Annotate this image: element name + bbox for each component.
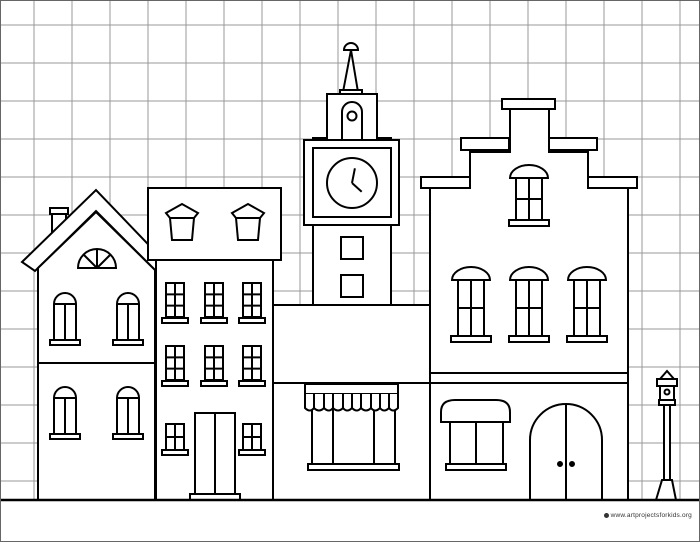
sash-window <box>200 345 228 387</box>
hooded-window <box>508 266 550 343</box>
awning-window <box>440 399 511 471</box>
hooded-window <box>450 266 492 343</box>
spire-cap <box>342 42 360 51</box>
left-house <box>20 188 169 501</box>
hooded-window <box>508 164 550 227</box>
gable-ledge <box>548 137 598 151</box>
sash-window <box>161 282 189 324</box>
double-door <box>189 412 241 501</box>
shop-window-sill <box>307 463 400 471</box>
mansard-roof <box>147 187 282 261</box>
town-drawing <box>0 0 700 542</box>
arched-window <box>112 292 144 346</box>
logo-dot-icon <box>603 512 609 518</box>
spire <box>341 49 360 93</box>
tower-window <box>340 274 364 298</box>
stepped-gable-building <box>420 98 638 501</box>
arched-window <box>112 386 144 440</box>
credit-text[interactable]: www.artprojectsforkids.org <box>611 512 692 519</box>
shop-window <box>311 407 396 466</box>
shop-building <box>272 304 431 501</box>
drawing-canvas: www.artprojectsforkids.org <box>0 0 700 542</box>
belfry-window <box>341 101 363 141</box>
credit-text-wrap: www.artprojectsforkids.org <box>603 512 692 519</box>
dormer-window <box>230 202 266 241</box>
sash-window <box>238 423 266 456</box>
gable-ledge <box>587 176 638 189</box>
sash-window <box>200 282 228 324</box>
clock-tower <box>303 42 400 306</box>
mansard-house <box>147 187 282 501</box>
hooded-window <box>566 266 608 343</box>
arched-door <box>529 403 603 500</box>
shop-upper <box>272 304 431 384</box>
tower-window <box>340 236 364 260</box>
sash-window <box>238 282 266 324</box>
gable-cap <box>501 98 556 110</box>
gable-ledge <box>460 137 510 151</box>
sash-window <box>161 345 189 387</box>
sash-window <box>238 345 266 387</box>
sash-window <box>161 423 189 456</box>
gable-ledge <box>420 176 471 189</box>
arched-window <box>49 292 81 346</box>
arched-window <box>49 386 81 440</box>
striped-awning <box>304 383 399 412</box>
dormer-window <box>164 202 200 241</box>
